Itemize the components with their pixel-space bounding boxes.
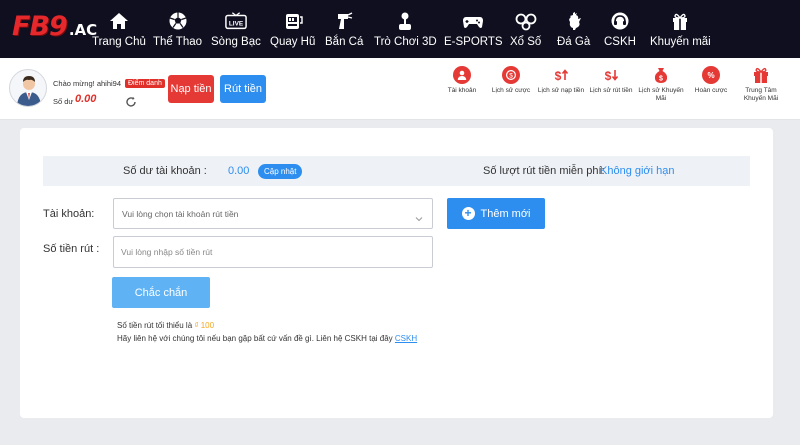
account-balance-label: Số dư tài khoản : xyxy=(123,165,207,177)
rooster-icon xyxy=(563,10,585,32)
promo-history-icon: $ xyxy=(652,66,670,84)
nav-label: Xổ Số xyxy=(510,36,542,48)
rebate-icon: % xyxy=(702,66,720,84)
quick-link-lich-su-khuyen-mai[interactable]: $ Lịch sử Khuyến Mãi xyxy=(635,66,687,103)
quick-link-trung-tam-khuyen-mai[interactable]: Trung Tâm Khuyến Mãi xyxy=(735,66,787,103)
gift-icon xyxy=(669,10,691,32)
min-withdraw-amount: ₫ 100 xyxy=(194,321,215,330)
account-select-label: Tài khoản: xyxy=(43,208,95,220)
quick-link-hoan-cuoc[interactable]: % Hoàn cược xyxy=(685,66,737,95)
nav-label: CSKH xyxy=(604,36,636,48)
quick-link-label: Hoàn cược xyxy=(694,87,728,94)
cskh-link[interactable]: CSKH xyxy=(395,334,417,343)
chevron-down-icon xyxy=(415,210,423,222)
nav-item-tro-choi-3d[interactable]: Trò Chơi 3D xyxy=(374,10,437,52)
account-select-placeholder: Vui lòng chọn tài khoản rút tiền xyxy=(122,209,239,219)
account-icon xyxy=(453,66,471,84)
nav-item-cskh[interactable]: CSKH xyxy=(604,10,636,52)
nav-item-trang-chu[interactable]: Trang Chủ xyxy=(92,10,146,52)
svg-text:$: $ xyxy=(605,69,612,83)
nav-label: Trang Chủ xyxy=(92,36,146,48)
free-withdraw-value: Không giới hạn xyxy=(600,165,675,177)
home-icon xyxy=(108,10,130,32)
nav-item-the-thao[interactable]: Thể Thao xyxy=(153,10,202,52)
svg-text:%: % xyxy=(707,71,714,80)
quick-link-lich-su-rut-tien[interactable]: $ Lịch sử rút tiền xyxy=(585,66,637,95)
nav-label: Trò Chơi 3D xyxy=(374,36,437,48)
site-logo[interactable]: FB9 .AC xyxy=(12,13,97,41)
nav-item-khuyen-mai[interactable]: Khuyến mãi xyxy=(650,10,711,52)
gamepad-icon xyxy=(462,10,484,32)
quick-link-label: Lịch sử rút tiền xyxy=(589,87,633,94)
bet-history-icon: $ xyxy=(502,66,520,84)
nav-item-song-bac[interactable]: LIVE Sòng Bạc xyxy=(211,10,261,52)
balance-value: 0.00 xyxy=(75,93,97,105)
svg-text:$: $ xyxy=(659,76,663,83)
balance-label: Số dư xyxy=(53,97,74,106)
quick-link-label: Tài khoản xyxy=(447,87,477,94)
promo-center-icon xyxy=(752,66,770,84)
svg-text:LIVE: LIVE xyxy=(229,21,244,28)
nav-item-da-ga[interactable]: Đá Gà xyxy=(557,10,590,52)
amount-input[interactable] xyxy=(113,236,433,268)
confirm-button[interactable]: Chắc chắn xyxy=(112,277,210,308)
svg-text:$: $ xyxy=(509,72,513,79)
lottery-balls-icon xyxy=(515,10,537,32)
nav-item-e-sports[interactable]: E-SPORTS xyxy=(444,10,503,52)
nav-label: Sòng Bạc xyxy=(211,36,261,48)
plus-circle-icon: + xyxy=(461,207,475,220)
logo-text: FB9 xyxy=(12,11,68,42)
quick-link-lich-su-nap-tien[interactable]: $ Lịch sử nạp tiền xyxy=(535,66,587,95)
nav-label: Đá Gà xyxy=(557,36,591,48)
account-select[interactable]: Vui lòng chọn tài khoản rút tiền xyxy=(113,198,433,229)
svg-text:$: $ xyxy=(555,69,562,83)
quick-link-label: Lịch sử Khuyến Mãi xyxy=(638,87,684,102)
live-casino-icon: LIVE xyxy=(225,10,247,32)
checkin-badge[interactable]: Điểm danh xyxy=(125,79,165,88)
deposit-button[interactable]: Nạp tiền xyxy=(168,75,214,103)
quick-link-tai-khoan[interactable]: Tài khoản xyxy=(436,66,488,95)
quick-link-lich-su-cuoc[interactable]: $ Lịch sử cược xyxy=(485,66,537,95)
soccer-ball-icon xyxy=(167,10,189,32)
slot-machine-icon xyxy=(282,10,304,32)
add-account-label: Thêm mới xyxy=(480,207,531,220)
withdraw-form-card: Số dư tài khoản : 0.00 Cập nhật Số lượt … xyxy=(20,128,773,418)
quick-link-label: Trung Tâm Khuyến Mãi xyxy=(743,87,779,102)
greeting-label: Chào mừng! xyxy=(53,79,95,88)
update-balance-button[interactable]: Cập nhật xyxy=(258,164,303,179)
nav-label: Bắn Cá xyxy=(325,36,364,48)
min-withdraw-text: Số tiền rút tối thiểu là xyxy=(117,321,193,330)
contact-note: Hãy liên hệ với chúng tôi nếu bạn gặp bấ… xyxy=(117,334,417,343)
avatar[interactable] xyxy=(9,69,47,107)
deposit-history-icon: $ xyxy=(552,66,570,84)
username: ahihi94 xyxy=(96,79,122,88)
top-navigation-bar: FB9 .AC Trang Chủ Thể Thao LIVE Sòng Bạc… xyxy=(0,0,800,58)
withdraw-history-icon: $ xyxy=(602,66,620,84)
fish-gun-icon xyxy=(333,10,355,32)
free-withdraw-label: Số lượt rút tiền miễn phí: xyxy=(483,165,605,177)
nav-item-quay-hu[interactable]: Quay Hũ xyxy=(270,10,315,52)
nav-label: Quay Hũ xyxy=(270,36,316,48)
quick-link-label: Lịch sử nạp tiền xyxy=(537,87,585,94)
refresh-icon[interactable] xyxy=(125,95,137,107)
nav-item-xo-so[interactable]: Xổ Số xyxy=(510,10,541,52)
nav-label: E-SPORTS xyxy=(444,36,503,48)
quick-link-label: Lịch sử cược xyxy=(491,87,531,94)
account-balance-value: 0.00 xyxy=(228,165,250,177)
amount-label: Số tiền rút : xyxy=(43,243,100,255)
support-headset-icon xyxy=(609,10,631,32)
balance-info-bar: Số dư tài khoản : 0.00 Cập nhật Số lượt … xyxy=(43,156,750,186)
add-account-button[interactable]: + Thêm mới xyxy=(447,198,545,229)
nav-item-ban-ca[interactable]: Bắn Cá xyxy=(325,10,363,52)
user-info-bar: Chào mừng! ahihi94 Điểm danh Số dư 0.00 … xyxy=(0,58,800,120)
greeting-text: Chào mừng! ahihi94 xyxy=(53,79,121,88)
joystick-icon xyxy=(394,10,416,32)
min-withdraw-note: Số tiền rút tối thiểu là ₫ 100 xyxy=(117,321,214,330)
nav-label: Thể Thao xyxy=(153,36,203,48)
nav-label: Khuyến mãi xyxy=(650,36,711,48)
contact-note-text: Hãy liên hệ với chúng tôi nếu bạn gặp bấ… xyxy=(117,334,393,343)
withdraw-button[interactable]: Rút tiền xyxy=(220,75,266,103)
